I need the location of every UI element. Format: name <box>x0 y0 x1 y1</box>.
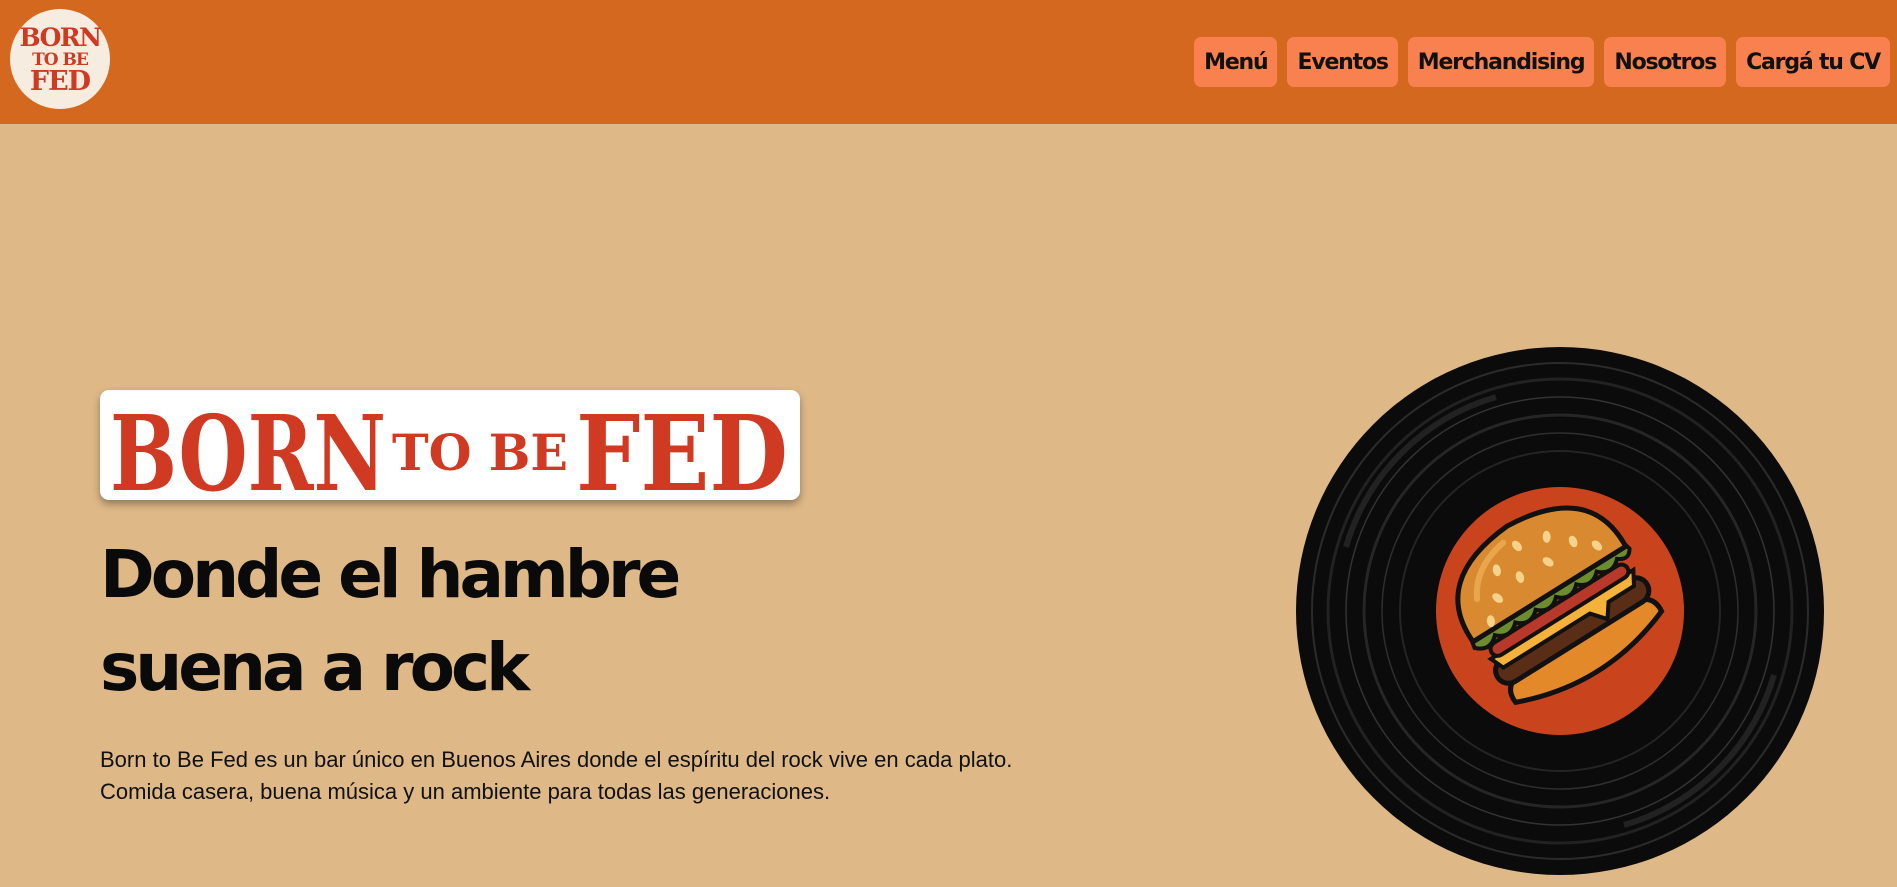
born-to-be-fed-logo-icon: BORN TO BE FED <box>20 23 103 97</box>
hero-headline: Donde el hambre suena a rock <box>100 528 681 714</box>
nav-link-eventos[interactable]: Eventos <box>1287 37 1398 87</box>
site-header: BORN TO BE FED Menú Eventos Merchandisin… <box>0 0 1897 124</box>
description-line-1: Born to Be Fed es un bar único en Buenos… <box>100 747 1013 772</box>
main-nav: Menú Eventos Merchandising Nosotros Carg… <box>1194 37 1890 87</box>
brand-word-fed: FED <box>576 392 788 500</box>
nav-link-nosotros[interactable]: Nosotros <box>1604 37 1727 87</box>
nav-link-merchandising[interactable]: Merchandising <box>1407 37 1595 87</box>
logo-text-fed: FED <box>30 66 91 97</box>
headline-line-2: suena a rock <box>100 629 530 706</box>
site-logo[interactable]: BORN TO BE FED <box>10 9 110 109</box>
hero-description: Born to Be Fed es un bar único en Buenos… <box>100 744 1012 808</box>
vinyl-record-image <box>1296 347 1824 875</box>
brand-word-tobe: TO BE <box>392 423 568 482</box>
brand-wordmark-icon: BORN TO BE FED <box>110 392 788 500</box>
nav-link-menu[interactable]: Menú <box>1194 37 1278 87</box>
nav-link-carga-tu-cv[interactable]: Cargá tu CV <box>1736 37 1890 87</box>
brand-word-born: BORN <box>110 392 386 500</box>
headline-line-1: Donde el hambre <box>100 536 681 613</box>
vinyl-record-burger-illustration-icon <box>1296 347 1824 875</box>
brand-banner: BORN TO BE FED <box>100 390 800 500</box>
logo-text-born: BORN <box>20 23 102 52</box>
description-line-2: Comida casera, buena música y un ambient… <box>100 779 831 804</box>
